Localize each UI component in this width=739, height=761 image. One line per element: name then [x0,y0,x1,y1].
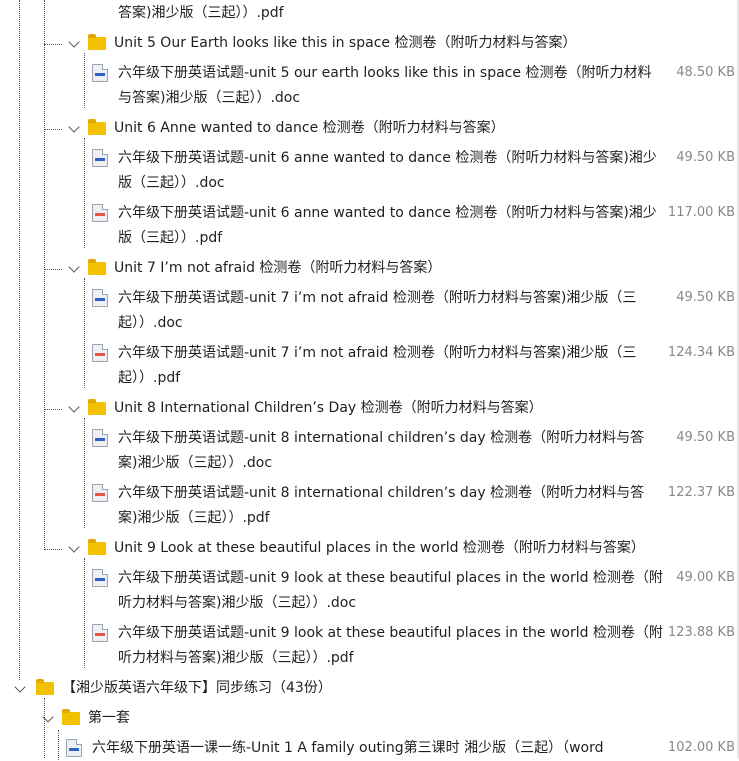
tree-guide-line [58,730,59,760]
tree-guide-line [44,0,45,550]
doc-file-icon [66,739,82,757]
tree-guide-line [84,53,85,108]
file-name[interactable]: 六年级下册英语试题-unit 7 i’m not afraid 检测卷（附听力材… [118,341,663,391]
doc-file-icon [92,429,108,447]
folder-icon [36,679,54,695]
doc-file-icon [92,149,108,167]
folder-label[interactable]: Unit 5 Our Earth looks like this in spac… [114,34,576,52]
tree-connector [44,549,62,550]
section-folder-label[interactable]: 【湘少版英语六年级下】同步练习（43份） [62,679,332,697]
folder-label[interactable]: Unit 8 International Children’s Day 检测卷（… [114,399,543,417]
folder-icon [88,539,106,555]
tree-connector [44,44,62,45]
tree-guide-line [84,138,85,248]
file-name[interactable]: 六年级下册英语试题-unit 6 anne wanted to dance 检测… [118,146,663,196]
doc-file-icon [92,64,108,82]
file-size: 124.34 KB [667,345,735,360]
file-name[interactable]: 六年级下册英语试题-unit 9 look at these beautiful… [118,566,663,616]
file-size: 123.88 KB [667,625,735,640]
chevron-down-icon[interactable] [68,401,80,413]
file-size: 49.50 KB [676,290,735,305]
tree-guide-line [84,418,85,528]
subfolder-label[interactable]: 第一套 [88,709,130,727]
file-size: 48.50 KB [676,65,735,80]
doc-file-icon [92,289,108,307]
pdf-file-icon [92,204,108,222]
folder-icon [88,119,106,135]
tree-guide-line [19,0,20,680]
file-name[interactable]: 六年级下册英语试题-unit 8 international children’… [118,481,663,531]
chevron-down-icon[interactable] [68,261,80,273]
tree-guide-line [84,558,85,668]
folder-icon [88,399,106,415]
file-name[interactable]: 六年级下册英语试题-unit 8 international children’… [118,426,663,476]
tree-connector [44,129,62,130]
doc-file-icon [92,569,108,587]
file-size: 117.00 KB [667,205,735,220]
chevron-down-icon[interactable] [68,36,80,48]
pdf-file-icon [92,344,108,362]
file-size: 122.37 KB [667,485,735,500]
file-size: 102.00 KB [667,740,735,755]
folder-label[interactable]: Unit 9 Look at these beautiful places in… [114,539,645,557]
folder-icon [88,259,106,275]
tree-connector [44,409,62,410]
file-name-fragment[interactable]: 答案)湘少版（三起））.pdf [118,1,663,26]
file-size: 49.50 KB [676,430,735,445]
chevron-down-icon[interactable] [68,541,80,553]
file-name[interactable]: 六年级下册英语试题-unit 5 our earth looks like th… [118,61,663,111]
chevron-down-icon[interactable] [14,681,26,693]
file-name[interactable]: 六年级下册英语试题-unit 6 anne wanted to dance 检测… [118,201,663,251]
pdf-file-icon [92,484,108,502]
tree-connector [44,269,62,270]
folder-icon [88,34,106,50]
file-name[interactable]: 六年级下册英语试题-unit 9 look at these beautiful… [118,621,663,671]
tree-guide-line [84,278,85,388]
file-size: 49.50 KB [676,150,735,165]
file-name[interactable]: 六年级下册英语试题-unit 7 i’m not afraid 检测卷（附听力材… [118,286,663,336]
chevron-down-icon[interactable] [68,121,80,133]
pdf-file-icon [92,624,108,642]
file-size: 49.00 KB [676,570,735,585]
folder-label[interactable]: Unit 7 I’m not afraid 检测卷（附听力材料与答案） [114,259,441,277]
file-name[interactable]: 六年级下册英语一课一练-Unit 1 A family outing第三课时 湘… [92,736,652,761]
tree-guide-line [44,698,45,758]
folder-label[interactable]: Unit 6 Anne wanted to dance 检测卷（附听力材料与答案… [114,119,505,137]
file-tree: 答案)湘少版（三起））.pdf Unit 5 Our Earth looks li… [0,0,739,761]
folder-icon [62,709,80,725]
